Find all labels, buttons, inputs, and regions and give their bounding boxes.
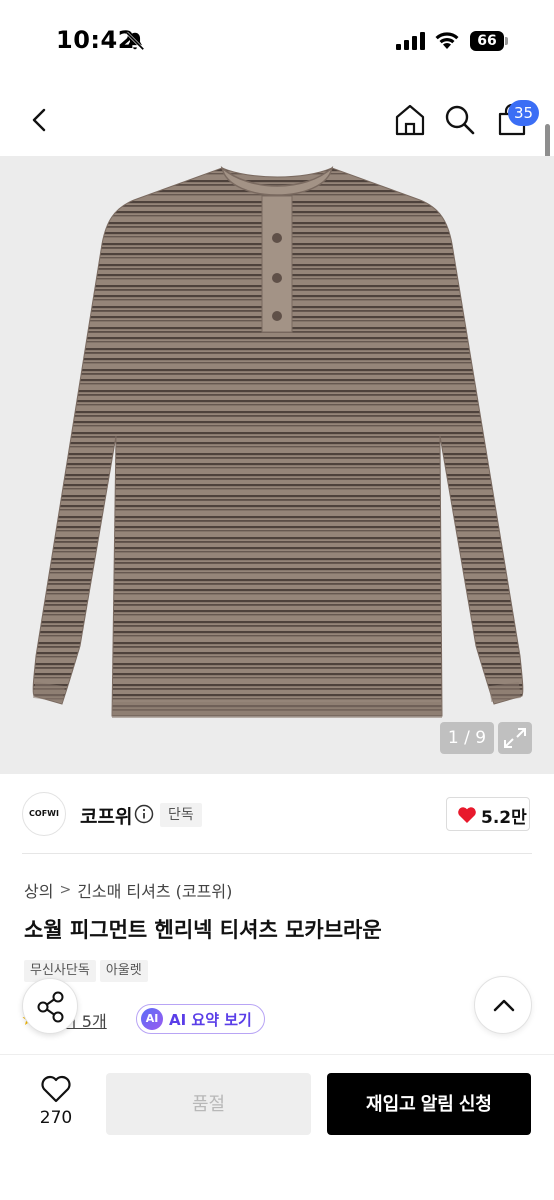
- signal-icon: [396, 32, 425, 50]
- product-image-gallery[interactable]: [0, 156, 554, 774]
- bottom-bar-divider: [0, 1054, 554, 1055]
- breadcrumb-category[interactable]: 상의: [24, 878, 53, 902]
- status-bar: 10:42 66: [0, 0, 554, 84]
- chevron-up-icon: [493, 999, 515, 1012]
- cart-count-badge: 35: [508, 100, 540, 126]
- product-tag: 아울렛: [99, 960, 148, 982]
- brand-like-button[interactable]: 5.2만: [446, 797, 530, 831]
- info-icon[interactable]: [134, 804, 154, 824]
- back-arrow-icon[interactable]: [24, 102, 58, 138]
- wish-count: 270: [39, 1108, 73, 1128]
- expand-image-button[interactable]: [498, 722, 532, 754]
- breadcrumb: 상의 > 긴소매 티셔츠 (코프위): [24, 878, 232, 902]
- ai-summary-label: AI 요약 보기: [169, 1010, 252, 1029]
- search-icon[interactable]: [442, 102, 478, 138]
- exclusive-tag: 단독: [160, 803, 202, 827]
- battery-icon: 66: [470, 31, 508, 51]
- image-counter: 1 / 9: [440, 722, 494, 754]
- breadcrumb-subcategory[interactable]: 긴소매 티셔츠 (코프위): [77, 878, 232, 902]
- restock-alert-button[interactable]: 재입고 알림 신청: [327, 1073, 531, 1135]
- product-photo-henley-shirt: [32, 165, 524, 718]
- brand-name[interactable]: 코프위: [80, 802, 132, 829]
- brand-like-count: 5.2만: [481, 808, 527, 828]
- home-icon[interactable]: [392, 102, 428, 138]
- heart-outline-icon[interactable]: [40, 1074, 72, 1104]
- ai-badge-icon: AI: [141, 1008, 163, 1030]
- share-button[interactable]: [22, 978, 78, 1034]
- heart-filled-icon: [458, 807, 476, 823]
- wifi-icon: [435, 32, 459, 49]
- share-icon: [37, 991, 64, 1023]
- battery-level: 66: [470, 31, 504, 51]
- section-divider: [22, 853, 532, 854]
- ai-summary-button[interactable]: AI AI 요약 보기: [136, 1004, 265, 1034]
- expand-icon: [504, 728, 526, 748]
- top-nav-bar: [0, 90, 554, 150]
- bell-slash-icon: [125, 31, 145, 51]
- chevron-right-icon: >: [59, 882, 72, 898]
- product-title: 소월 피그먼트 헨리넥 티셔츠 모카브라운: [24, 918, 382, 942]
- scroll-to-top-button[interactable]: [474, 976, 532, 1034]
- soldout-button[interactable]: 품절: [106, 1073, 311, 1135]
- brand-logo[interactable]: COFWI: [22, 792, 66, 836]
